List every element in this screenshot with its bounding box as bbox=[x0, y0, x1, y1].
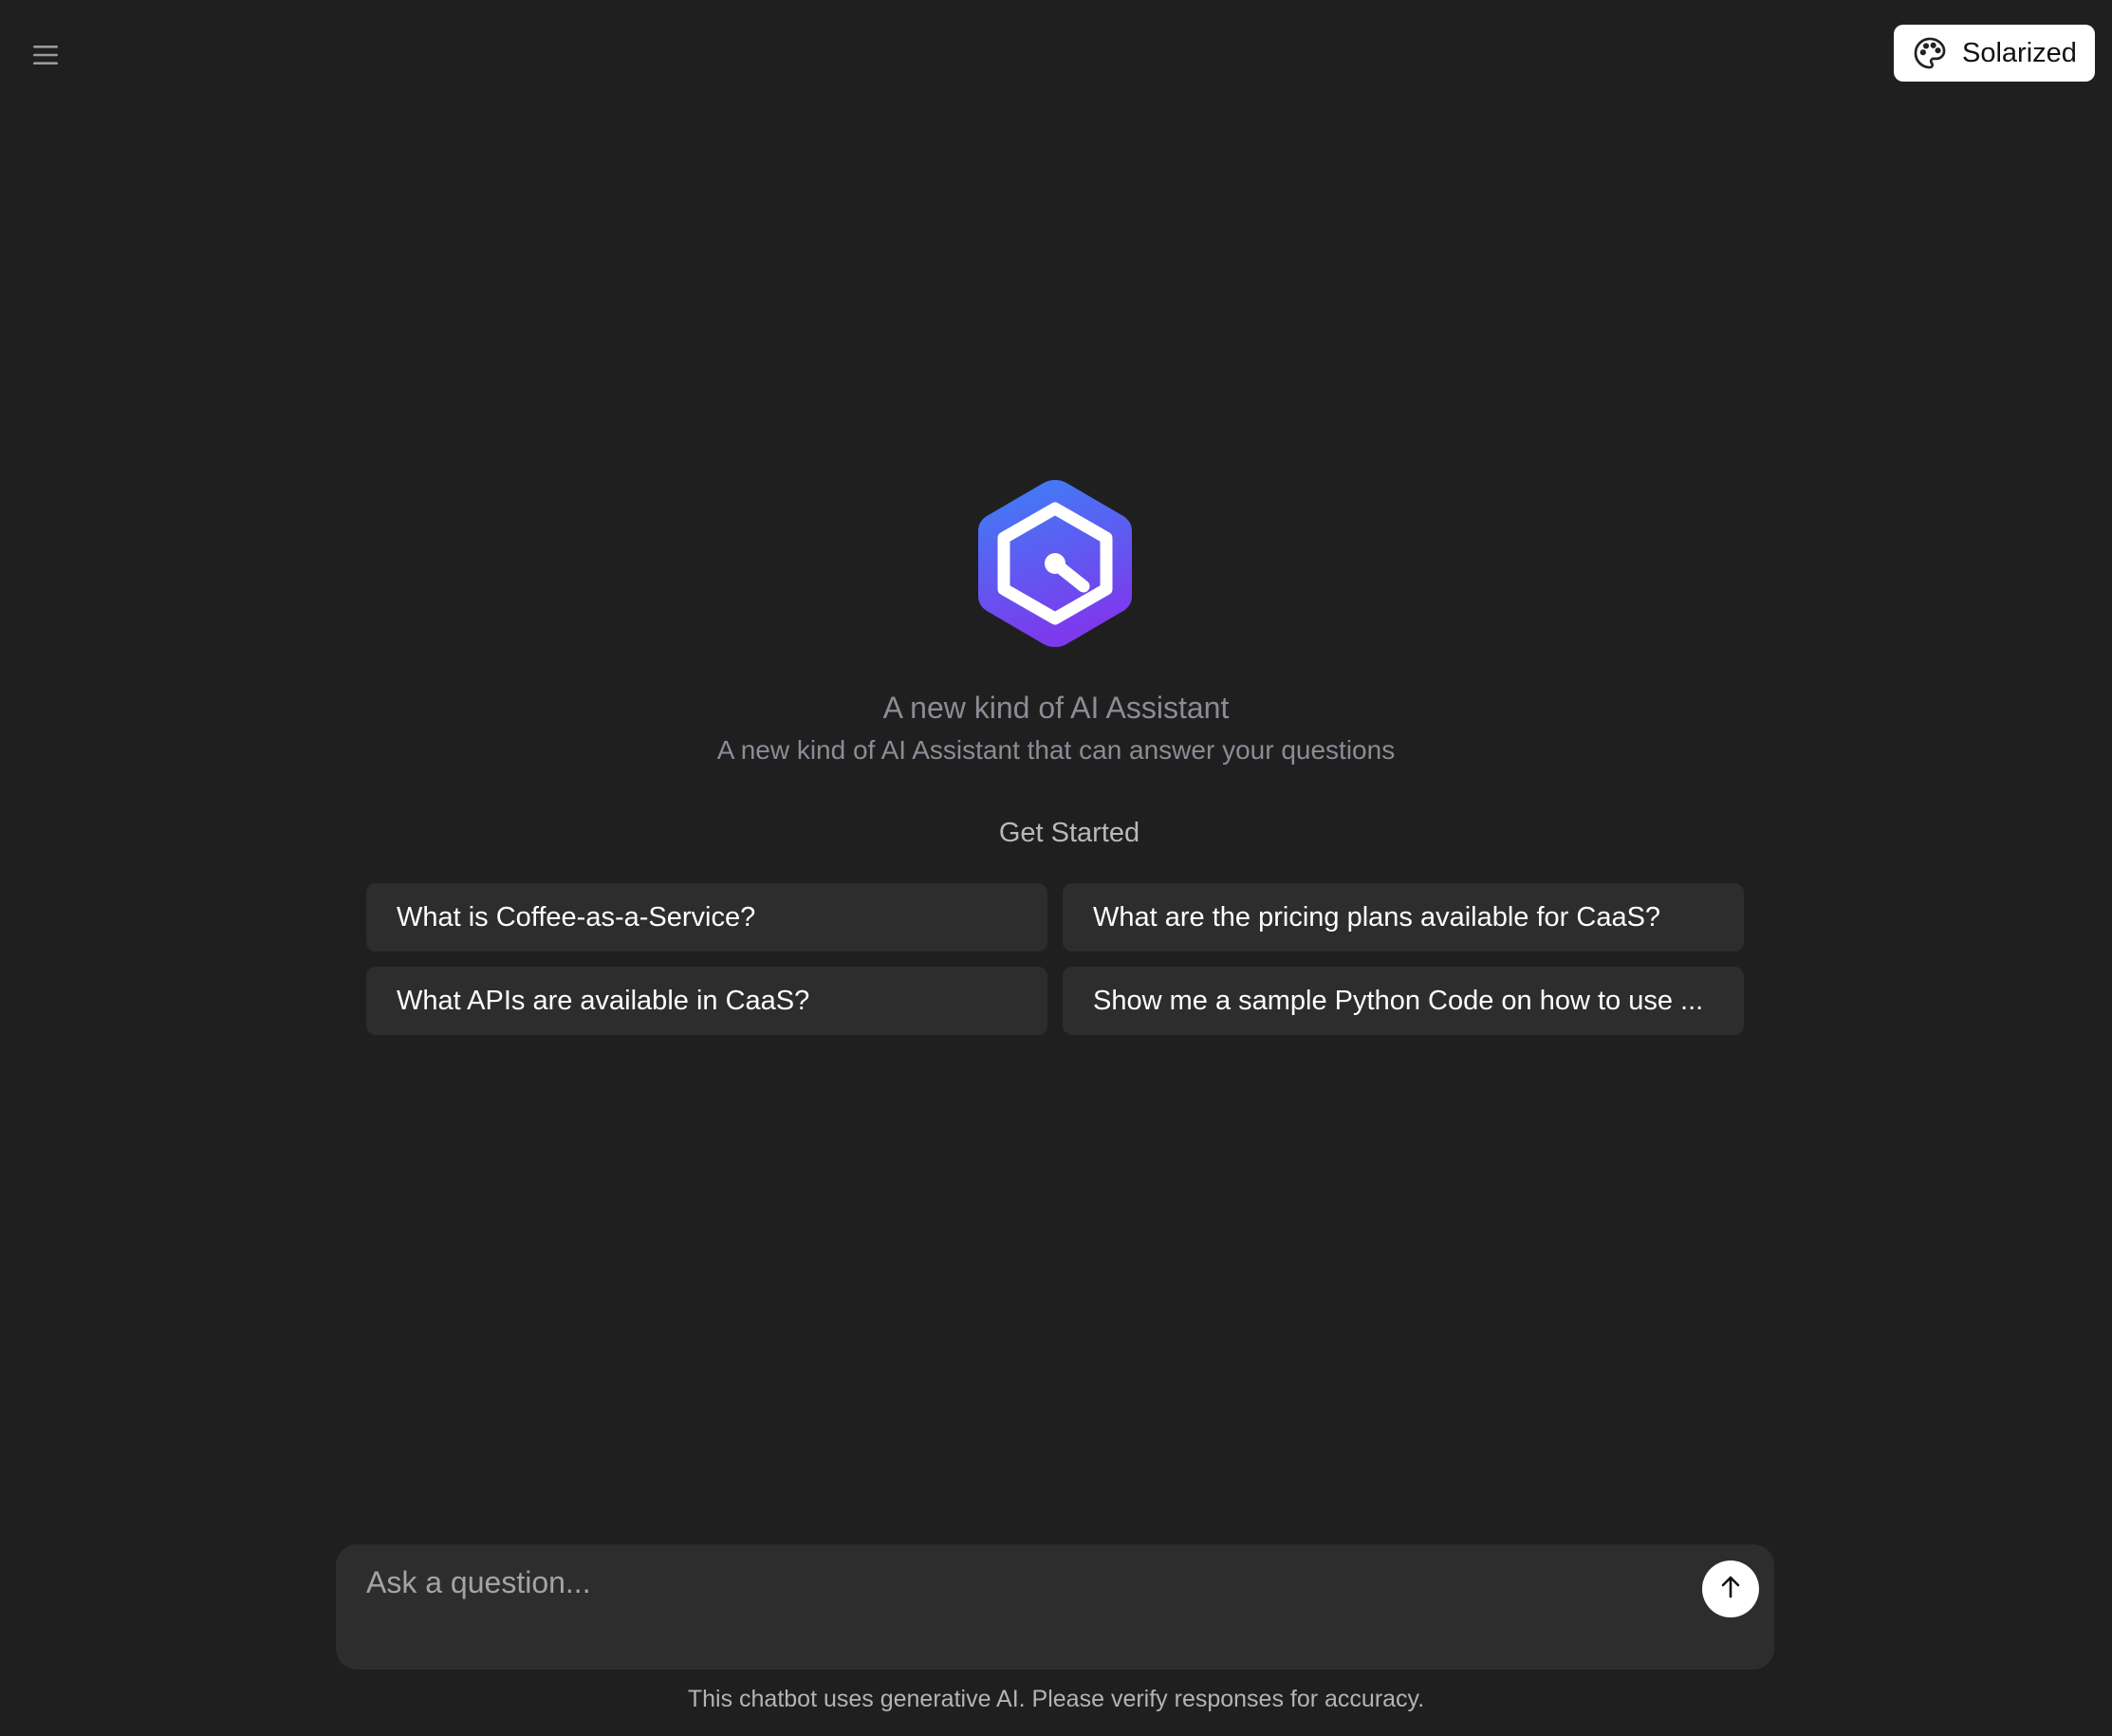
arrow-up-icon bbox=[1719, 1575, 1742, 1604]
hamburger-menu-icon bbox=[33, 45, 58, 65]
theme-label: Solarized bbox=[1962, 37, 2077, 68]
suggestion-button[interactable]: Show me a sample Python Code on how to u… bbox=[1063, 967, 1744, 1035]
get-started-heading: Get Started bbox=[998, 818, 1140, 848]
ai-disclaimer: This chatbot uses generative AI. Please … bbox=[687, 1686, 1425, 1712]
hexagon-assistant-logo bbox=[974, 476, 1136, 651]
send-button[interactable] bbox=[1702, 1561, 1759, 1617]
question-input[interactable] bbox=[366, 1565, 1676, 1651]
menu-button[interactable] bbox=[25, 36, 66, 74]
palette-icon bbox=[1911, 34, 1949, 72]
question-composer bbox=[336, 1544, 1774, 1670]
suggestion-button[interactable]: What is Coffee-as-a-Service? bbox=[366, 883, 1047, 951]
theme-selector-button[interactable]: Solarized bbox=[1894, 25, 2095, 82]
suggestion-button[interactable]: What are the pricing plans available for… bbox=[1063, 883, 1744, 951]
chat-page: Solarized A new kind of AI Assistant A n… bbox=[0, 0, 2112, 1736]
suggestion-button[interactable]: What APIs are available in CaaS? bbox=[366, 967, 1047, 1035]
hero-subtitle: A new kind of AI Assistant that can answ… bbox=[716, 735, 1396, 765]
hero-title: A new kind of AI Assistant bbox=[882, 691, 1230, 725]
